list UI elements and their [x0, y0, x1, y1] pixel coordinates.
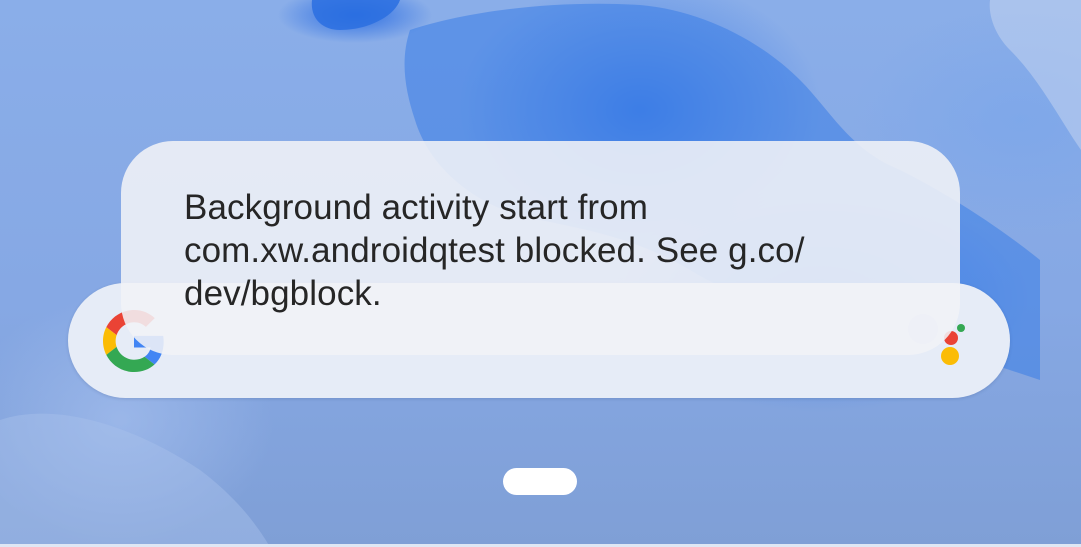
gesture-handle[interactable]: [503, 468, 577, 495]
toast-message: Background activity start from com.xw.an…: [184, 188, 805, 313]
